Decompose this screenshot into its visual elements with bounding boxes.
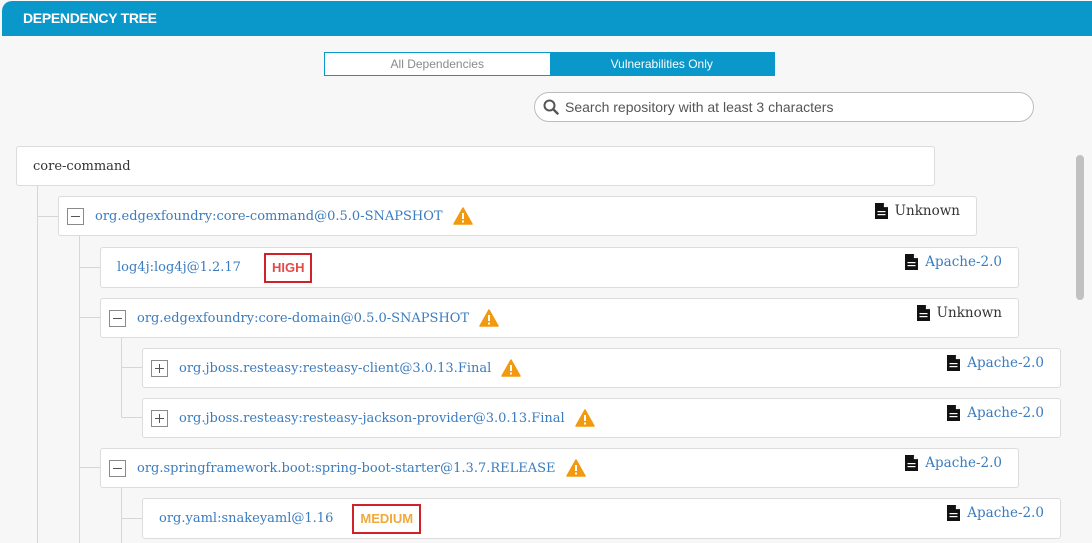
license-label: Unknown [936,305,1002,321]
license-info: Apache-2.0 [905,254,1002,270]
view-toggle: All Dependencies Vulnerabilities Only [324,52,775,76]
license-info: Apache-2.0 [947,355,1044,371]
license-info: Unknown [874,203,960,219]
license-label[interactable]: Apache-2.0 [925,254,1002,270]
package-link[interactable]: org.edgexfoundry:core-command@0.5.0-SNAP… [95,209,443,224]
search-box [534,92,1034,122]
package-link[interactable]: org.jboss.resteasy:resteasy-jackson-prov… [179,411,565,426]
license-label[interactable]: Apache-2.0 [967,505,1044,521]
vertical-scrollbar-thumb[interactable] [1076,155,1084,300]
license-info: Apache-2.0 [905,455,1002,471]
license-info: Unknown [916,305,1002,321]
tree-node[interactable]: log4j:log4j@1.2.17 HIGH Apache-2.0 [100,247,1019,288]
panel-title: DEPENDENCY TREE [23,10,157,26]
collapse-toggle[interactable] [67,207,84,225]
warning-icon [565,459,586,477]
license-label[interactable]: Apache-2.0 [925,455,1002,471]
warning-icon [574,409,595,427]
severity-badge-high: HIGH [263,252,313,283]
package-link[interactable]: org.edgexfoundry:core-domain@0.5.0-SNAPS… [137,311,469,326]
document-icon [905,254,919,270]
package-link[interactable]: org.yaml:snakeyaml@1.16 [159,511,333,526]
license-info: Apache-2.0 [947,405,1044,421]
tree-node[interactable]: org.edgexfoundry:core-domain@0.5.0-SNAPS… [100,298,1019,338]
license-info: Apache-2.0 [947,505,1044,521]
collapse-toggle[interactable] [109,459,126,477]
warning-icon [452,207,473,225]
document-icon [947,355,961,371]
root-name: core-command [33,158,131,174]
expand-toggle[interactable] [151,409,168,427]
tree-root[interactable]: core-command [16,146,935,186]
package-link[interactable]: org.springframework.boot:spring-boot-sta… [137,461,556,476]
license-label[interactable]: Apache-2.0 [967,355,1044,371]
license-label[interactable]: Apache-2.0 [967,405,1044,421]
document-icon [916,305,930,321]
warning-icon [479,309,499,327]
license-label: Unknown [894,203,960,219]
vulnerabilities-only-button[interactable]: Vulnerabilities Only [549,53,774,75]
package-link[interactable]: org.jboss.resteasy:resteasy-client@3.0.1… [179,361,491,376]
tree-node[interactable]: org.jboss.resteasy:resteasy-client@3.0.1… [142,348,1061,388]
tree-node[interactable]: org.springframework.boot:spring-boot-sta… [100,448,1019,488]
search-icon [543,99,559,115]
tree-node[interactable]: org.edgexfoundry:core-command@0.5.0-SNAP… [58,196,977,236]
expand-toggle[interactable] [151,359,168,377]
warning-icon [501,359,522,377]
severity-badge-medium: MEDIUM [352,503,422,534]
collapse-toggle[interactable] [109,309,126,327]
panel-header: DEPENDENCY TREE [2,1,1092,36]
document-icon [947,405,961,421]
all-dependencies-button[interactable]: All Dependencies [325,53,550,75]
document-icon [874,203,888,219]
document-icon [905,455,919,471]
document-icon [947,505,961,521]
search-input[interactable] [563,94,1033,120]
tree-node[interactable]: org.yaml:snakeyaml@1.16 MEDIUM Apache-2.… [142,498,1061,539]
tree-node[interactable]: org.jboss.resteasy:resteasy-jackson-prov… [142,398,1061,438]
package-link[interactable]: log4j:log4j@1.2.17 [117,260,241,275]
